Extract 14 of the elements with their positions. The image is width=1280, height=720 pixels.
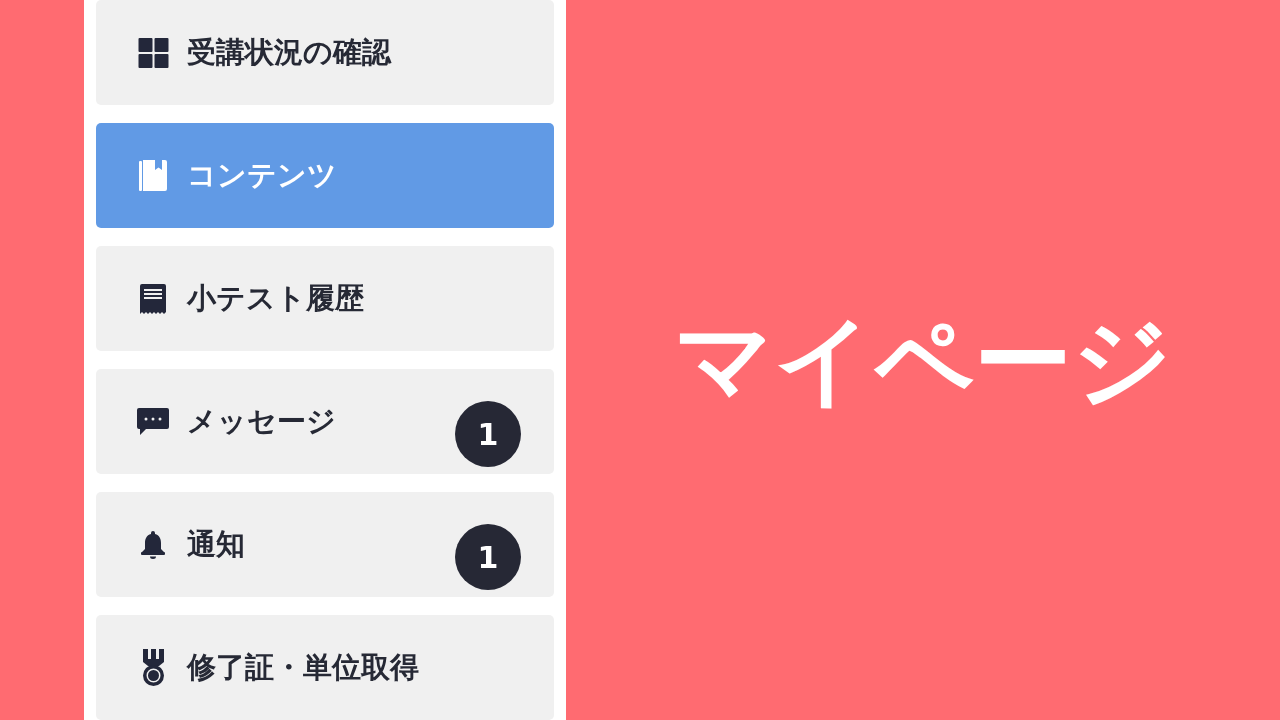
sidebar-item[interactable]: 通知 1 [96, 492, 554, 597]
sidebar-item[interactable]: メッセージ 1 [96, 369, 554, 474]
bell-icon [141, 530, 165, 559]
count-badge: 1 [455, 401, 521, 467]
chat-bubble-icon [137, 408, 169, 435]
page-title: マイページ [674, 311, 1172, 409]
medal-icon [142, 649, 164, 686]
grid-icon [137, 37, 169, 68]
receipt-icon [140, 283, 166, 314]
sidebar-item[interactable]: 受講状況の確認 [96, 0, 554, 105]
count-badge: 1 [455, 524, 521, 590]
book-icon [139, 160, 167, 191]
sidebar-item[interactable]: 修了証・単位取得 [96, 615, 554, 720]
sidebar-item[interactable]: 小テスト履歴 [96, 246, 554, 351]
